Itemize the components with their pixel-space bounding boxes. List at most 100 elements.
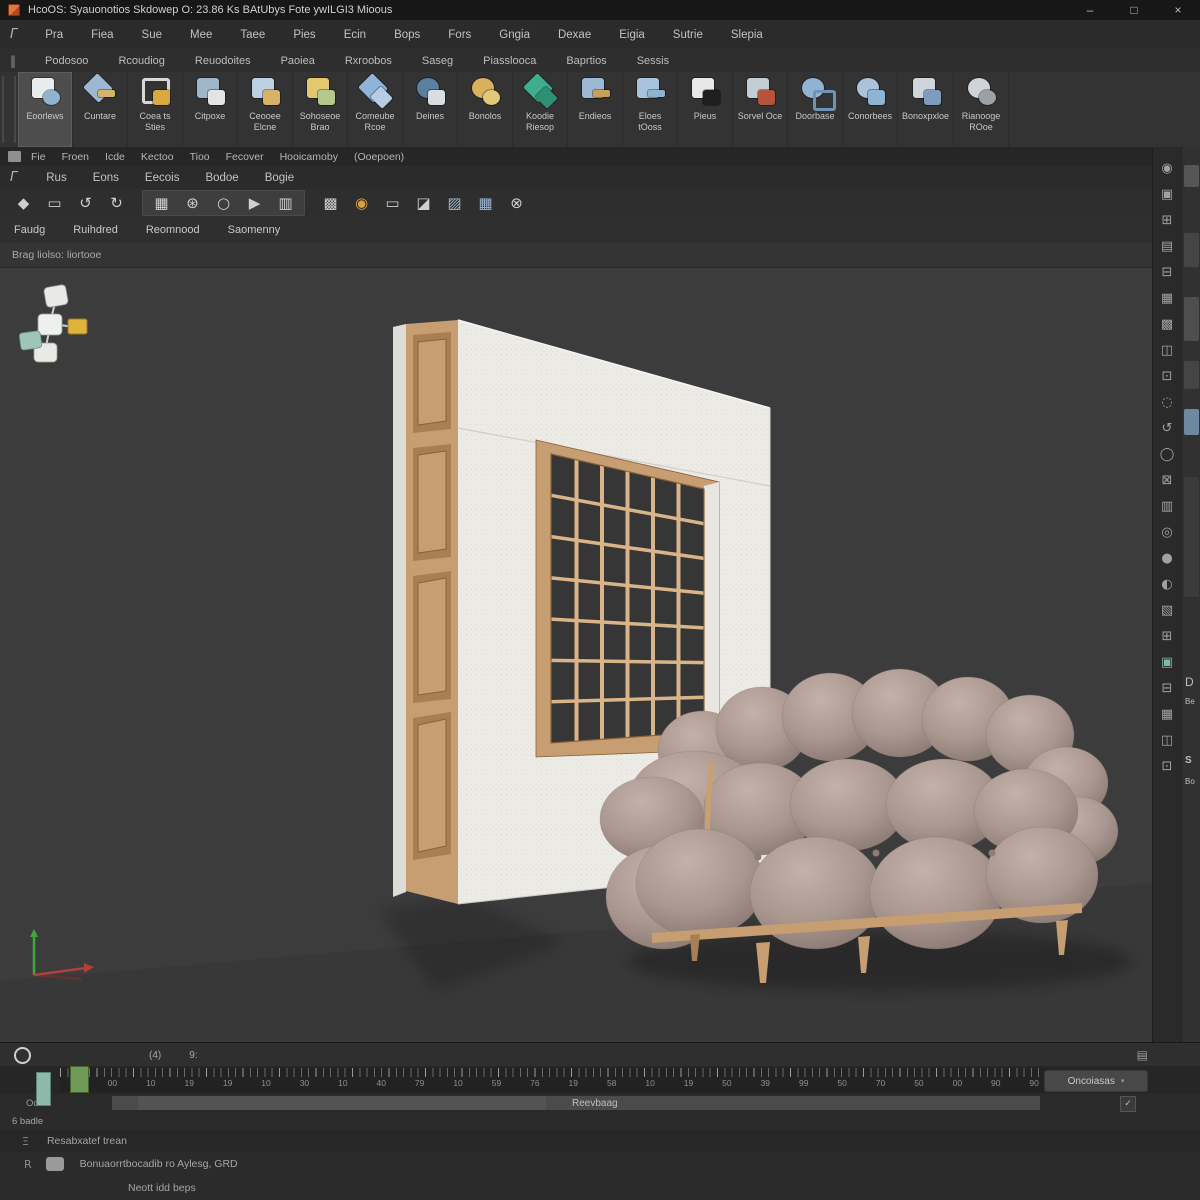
menu-item[interactable]: Gngia: [485, 29, 544, 41]
diamond-tool-icon[interactable]: ◆: [10, 192, 37, 214]
add-panel-icon[interactable]: ⊞: [1156, 209, 1178, 231]
menu-item[interactable]: Fiea: [77, 29, 127, 41]
menu-item[interactable]: Taee: [226, 29, 279, 41]
toolbar-button[interactable]: Deines: [403, 72, 458, 147]
track-bar[interactable]: Reevbaag: [112, 1096, 1040, 1110]
toolbar-button[interactable]: Pieus: [678, 72, 733, 147]
dot-box-icon[interactable]: ⊡: [1156, 365, 1178, 387]
split-panel-icon[interactable]: ◫: [1156, 339, 1178, 361]
menu2-item[interactable]: Bodoe: [192, 172, 251, 184]
sliver-icon-fragment[interactable]: [1184, 165, 1199, 187]
rows-icon[interactable]: ▥: [1156, 495, 1178, 517]
path-segment[interactable]: Froen: [62, 151, 89, 163]
path-segment[interactable]: Tioo: [190, 151, 210, 163]
menu-item[interactable]: Pra: [31, 29, 77, 41]
toolbar-button[interactable]: Bonolos: [458, 72, 513, 147]
menu-item[interactable]: Sue: [128, 29, 176, 41]
toolbar-button[interactable]: Ceooee Elcne: [238, 72, 293, 147]
menu-item[interactable]: Pies: [279, 29, 329, 41]
environment-icon[interactable]: ⊗: [503, 192, 530, 214]
expand-icon[interactable]: ⊞: [1156, 625, 1178, 647]
status-options-icon[interactable]: ▤: [1137, 1048, 1148, 1062]
timeline-ruler[interactable]: 0001019191030104079105976195810195039995…: [60, 1068, 1045, 1092]
toolbar-button[interactable]: Endieos: [568, 72, 623, 147]
window-model[interactable]: [536, 440, 719, 757]
viewport-tab[interactable]: Reomnood: [132, 224, 214, 236]
dual-pane-icon[interactable]: ◫: [1156, 729, 1178, 751]
path-segment[interactable]: Icde: [105, 151, 125, 163]
toolbar-button[interactable]: Cuntare: [73, 72, 128, 147]
ribbon-tab[interactable]: Baprtios: [551, 55, 621, 67]
toolbar-button[interactable]: Sohoseoe Brao: [293, 72, 348, 147]
collapse-panel-icon[interactable]: ⊟: [1156, 261, 1178, 283]
scene-3d[interactable]: [0, 243, 1152, 1042]
menu-item[interactable]: Fors: [434, 29, 485, 41]
rotate-view-icon[interactable]: ↺: [1156, 417, 1178, 439]
sphere-icon[interactable]: ●: [1156, 547, 1178, 569]
ribbon-tab[interactable]: Paoiea: [266, 55, 330, 67]
pivot-icon[interactable]: ⊛: [179, 192, 206, 214]
ribbon-tab[interactable]: Rxroobos: [330, 55, 407, 67]
range-marker[interactable]: [36, 1072, 51, 1106]
track-icon[interactable]: ▥: [272, 192, 299, 214]
menu2-item[interactable]: Eons: [80, 172, 132, 184]
toolbar-button[interactable]: Bonoxpxloe: [898, 72, 954, 147]
dashed-circle-icon[interactable]: ◌: [1156, 391, 1178, 413]
viewport-tab[interactable]: Faudg: [0, 224, 59, 236]
circle-select-icon[interactable]: ○: [210, 192, 237, 214]
toolbar-button[interactable]: Rianooge ROoe: [954, 72, 1009, 147]
target-icon[interactable]: ◎: [1156, 521, 1178, 543]
cells-icon[interactable]: ▦: [1156, 703, 1178, 725]
active-tool-icon[interactable]: ▣: [1156, 651, 1178, 673]
ribbon-tab[interactable]: Rcoudiog: [103, 55, 179, 67]
path-segment[interactable]: Hooicamoby: [280, 151, 338, 163]
redo-icon[interactable]: ↻: [103, 192, 130, 214]
hatch-panel-icon[interactable]: ▩: [1156, 313, 1178, 335]
toolbar-button[interactable]: Sorvel Oce: [733, 72, 788, 147]
menu-item[interactable]: Dexae: [544, 29, 605, 41]
viewport-tab[interactable]: Saomenny: [214, 224, 295, 236]
toolbar-grip[interactable]: [2, 76, 16, 143]
path-segment[interactable]: (Ooepoen): [354, 151, 404, 163]
render-frame-icon[interactable]: ▨: [441, 192, 468, 214]
menu-item[interactable]: Sutrie: [659, 29, 717, 41]
path-segment[interactable]: Fecover: [226, 151, 264, 163]
menu2-item[interactable]: Bogie: [252, 172, 307, 184]
material-sphere-icon[interactable]: ◉: [348, 192, 375, 214]
menu-item[interactable]: Bops: [380, 29, 434, 41]
menu-item[interactable]: Slepia: [717, 29, 777, 41]
layers-panel-icon[interactable]: ▤: [1156, 235, 1178, 257]
frame-tool-icon[interactable]: ▭: [41, 192, 68, 214]
toolbar-button[interactable]: Citpoxe: [183, 72, 238, 147]
ribbon-tab[interactable]: Piasslooca: [468, 55, 551, 67]
region-icon[interactable]: ▭: [379, 192, 406, 214]
maximize-button[interactable]: □: [1112, 0, 1156, 20]
menu2-item[interactable]: Rus: [33, 172, 79, 184]
toolbar-button[interactable]: Koodie Riesop: [513, 72, 568, 147]
viewport[interactable]: Brag liolso: liortooe: [0, 243, 1152, 1042]
grid-snap-icon[interactable]: ▦: [148, 192, 175, 214]
toolbar-button[interactable]: Conorbees: [843, 72, 898, 147]
toolbar-button[interactable]: Coea ts Sties: [128, 72, 183, 147]
buffer-icon[interactable]: ▦: [472, 192, 499, 214]
ribbon-tab[interactable]: Reuodoites: [180, 55, 266, 67]
record-circle-icon[interactable]: [14, 1047, 31, 1064]
close-button[interactable]: ×: [1156, 0, 1200, 20]
menu-item[interactable]: Ecin: [330, 29, 380, 41]
ribbon-tab[interactable]: Podosoo: [30, 55, 103, 67]
menu2-item[interactable]: Eecois: [132, 172, 193, 184]
timeline-mode-dropdown[interactable]: Oncoiasas ▾: [1044, 1070, 1148, 1092]
playhead-marker[interactable]: [70, 1066, 89, 1093]
ribbon-tab[interactable]: Saseg: [407, 55, 468, 67]
minimize-button[interactable]: –: [1068, 0, 1112, 20]
menu-item[interactable]: Mee: [176, 29, 226, 41]
schematic-node-glyph[interactable]: [19, 284, 87, 362]
select-panel-icon[interactable]: ◉: [1156, 157, 1178, 179]
menu-item[interactable]: Eigia: [605, 29, 659, 41]
toolbar-button[interactable]: Eloes tOoss: [623, 72, 678, 147]
toolbar-button[interactable]: Doorbase: [788, 72, 843, 147]
minus-box-icon[interactable]: ⊟: [1156, 677, 1178, 699]
half-sphere-icon[interactable]: ◐: [1156, 573, 1178, 595]
render-setup-icon[interactable]: ▩: [317, 192, 344, 214]
close-box-icon[interactable]: ⊠: [1156, 469, 1178, 491]
